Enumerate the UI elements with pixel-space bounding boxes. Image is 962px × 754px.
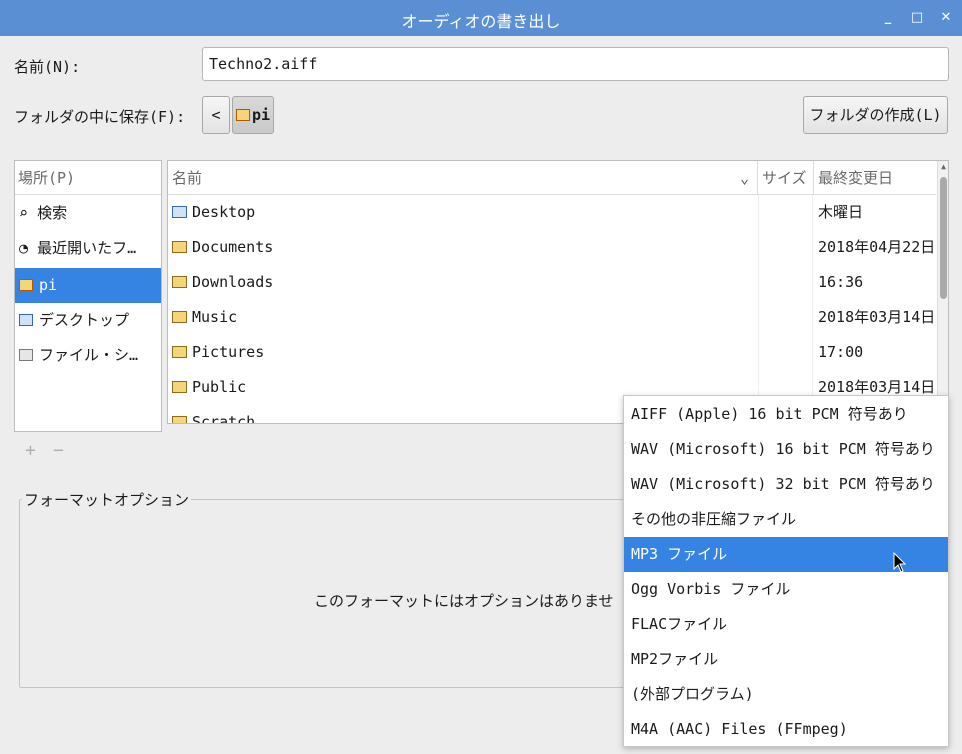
- desktop-folder-icon: [172, 206, 187, 218]
- filename-input[interactable]: Techno2.aiff: [202, 47, 949, 81]
- create-folder-button[interactable]: フォルダの作成(L): [803, 96, 948, 134]
- file-name: Desktop: [192, 203, 256, 221]
- column-size[interactable]: サイズ: [762, 161, 807, 195]
- column-divider: [813, 161, 814, 195]
- column-divider: [757, 161, 758, 195]
- search-icon: ⌕: [19, 204, 29, 222]
- scratch-folder-icon: [172, 416, 187, 423]
- file-name: Documents: [192, 238, 274, 256]
- format-option[interactable]: Ogg Vorbis ファイル: [624, 572, 948, 607]
- recent-icon: ◔: [19, 239, 29, 257]
- file-row[interactable]: Pictures 17:00: [168, 335, 936, 370]
- file-modified: 2018年03月14日: [818, 308, 936, 326]
- file-row[interactable]: Desktop 木曜日: [168, 195, 936, 230]
- documents-folder-icon: [172, 241, 187, 253]
- format-options-title: フォーマットオプション: [22, 489, 192, 510]
- scroll-up-arrow-icon[interactable]: ▲: [939, 162, 948, 172]
- home-icon: [19, 279, 33, 291]
- remove-bookmark-button[interactable]: −: [53, 440, 64, 461]
- mouse-pointer-icon: [893, 552, 907, 573]
- sort-chevron-down-icon: ⌄: [740, 169, 750, 187]
- places-item-label: ファイル・シ…: [39, 346, 139, 364]
- file-row[interactable]: Documents 2018年04月22日: [168, 230, 936, 265]
- file-list-scrollbar[interactable]: ▲: [937, 161, 948, 423]
- format-option[interactable]: その他の非圧縮ファイル: [624, 502, 948, 537]
- pictures-folder-icon: [172, 346, 187, 358]
- maximize-button[interactable]: □: [907, 8, 927, 28]
- window-title: オーディオの書き出し: [401, 12, 561, 31]
- file-name: Music: [192, 308, 238, 326]
- close-button[interactable]: ✕: [936, 8, 956, 28]
- file-list-header: 名前 ⌄ サイズ 最終変更日: [168, 161, 936, 195]
- places-item-search[interactable]: ⌕ 検索: [15, 196, 161, 231]
- places-item-label: 検索: [37, 204, 68, 222]
- path-crumb-label: pi: [251, 106, 271, 124]
- format-option[interactable]: FLACファイル: [624, 607, 948, 642]
- filesystem-icon: [19, 349, 33, 361]
- places-item-filesystem[interactable]: ファイル・シ…: [15, 338, 161, 373]
- desktop-icon: [19, 314, 33, 326]
- format-option[interactable]: MP2ファイル: [624, 642, 948, 677]
- music-folder-icon: [172, 311, 187, 323]
- format-option[interactable]: WAV (Microsoft) 16 bit PCM 符号あり: [624, 432, 948, 467]
- file-modified: 木曜日: [818, 203, 864, 221]
- scrollbar-thumb[interactable]: [940, 177, 947, 299]
- column-modified[interactable]: 最終変更日: [818, 161, 893, 195]
- path-crumb-pi[interactable]: pi: [232, 96, 274, 134]
- public-folder-icon: [172, 381, 187, 393]
- column-name[interactable]: 名前: [172, 161, 202, 195]
- format-options-message: このフォーマットにはオプションはありませ: [314, 592, 614, 610]
- add-bookmark-button[interactable]: +: [25, 440, 36, 461]
- title-bar: オーディオの書き出し _ □ ✕: [0, 0, 962, 36]
- file-modified: 2018年04月22日: [818, 238, 936, 256]
- minimize-button[interactable]: _: [878, 8, 898, 28]
- format-option[interactable]: WAV (Microsoft) 32 bit PCM 符号あり: [624, 467, 948, 502]
- file-list[interactable]: 名前 ⌄ サイズ 最終変更日 Desktop 木曜日 Documents 201…: [167, 160, 949, 424]
- places-item-home[interactable]: pi: [15, 268, 161, 303]
- downloads-folder-icon: [172, 276, 187, 288]
- places-item-label: デスクトップ: [39, 311, 130, 329]
- file-name: Pictures: [192, 343, 265, 361]
- file-modified: 16:36: [818, 273, 864, 291]
- places-header: 場所(P): [15, 161, 161, 195]
- file-modified: 17:00: [818, 343, 864, 361]
- save-in-folder-label: フォルダの中に保存(F):: [14, 108, 186, 126]
- places-item-label: 最近開いたフ…: [37, 239, 137, 257]
- home-folder-icon: [235, 109, 250, 121]
- format-option[interactable]: M4A (AAC) Files (FFmpeg): [624, 712, 948, 747]
- places-item-recent[interactable]: ◔ 最近開いたフ…: [15, 231, 161, 266]
- format-option[interactable]: AIFF (Apple) 16 bit PCM 符号あり: [624, 397, 948, 432]
- file-row[interactable]: Downloads 16:36: [168, 265, 936, 300]
- places-item-label: pi: [39, 276, 58, 294]
- file-name: Scratch: [192, 413, 256, 424]
- path-back-button[interactable]: <: [202, 96, 230, 134]
- places-item-desktop[interactable]: デスクトップ: [15, 303, 161, 338]
- name-label: 名前(N):: [14, 58, 81, 76]
- file-name: Downloads: [192, 273, 274, 291]
- format-option[interactable]: (外部プログラム): [624, 677, 948, 712]
- file-name: Public: [192, 378, 247, 396]
- file-row[interactable]: Music 2018年03月14日: [168, 300, 936, 335]
- places-panel: 場所(P) ⌕ 検索 ◔ 最近開いたフ… pi デスクトップ ファイル・シ…: [14, 160, 162, 432]
